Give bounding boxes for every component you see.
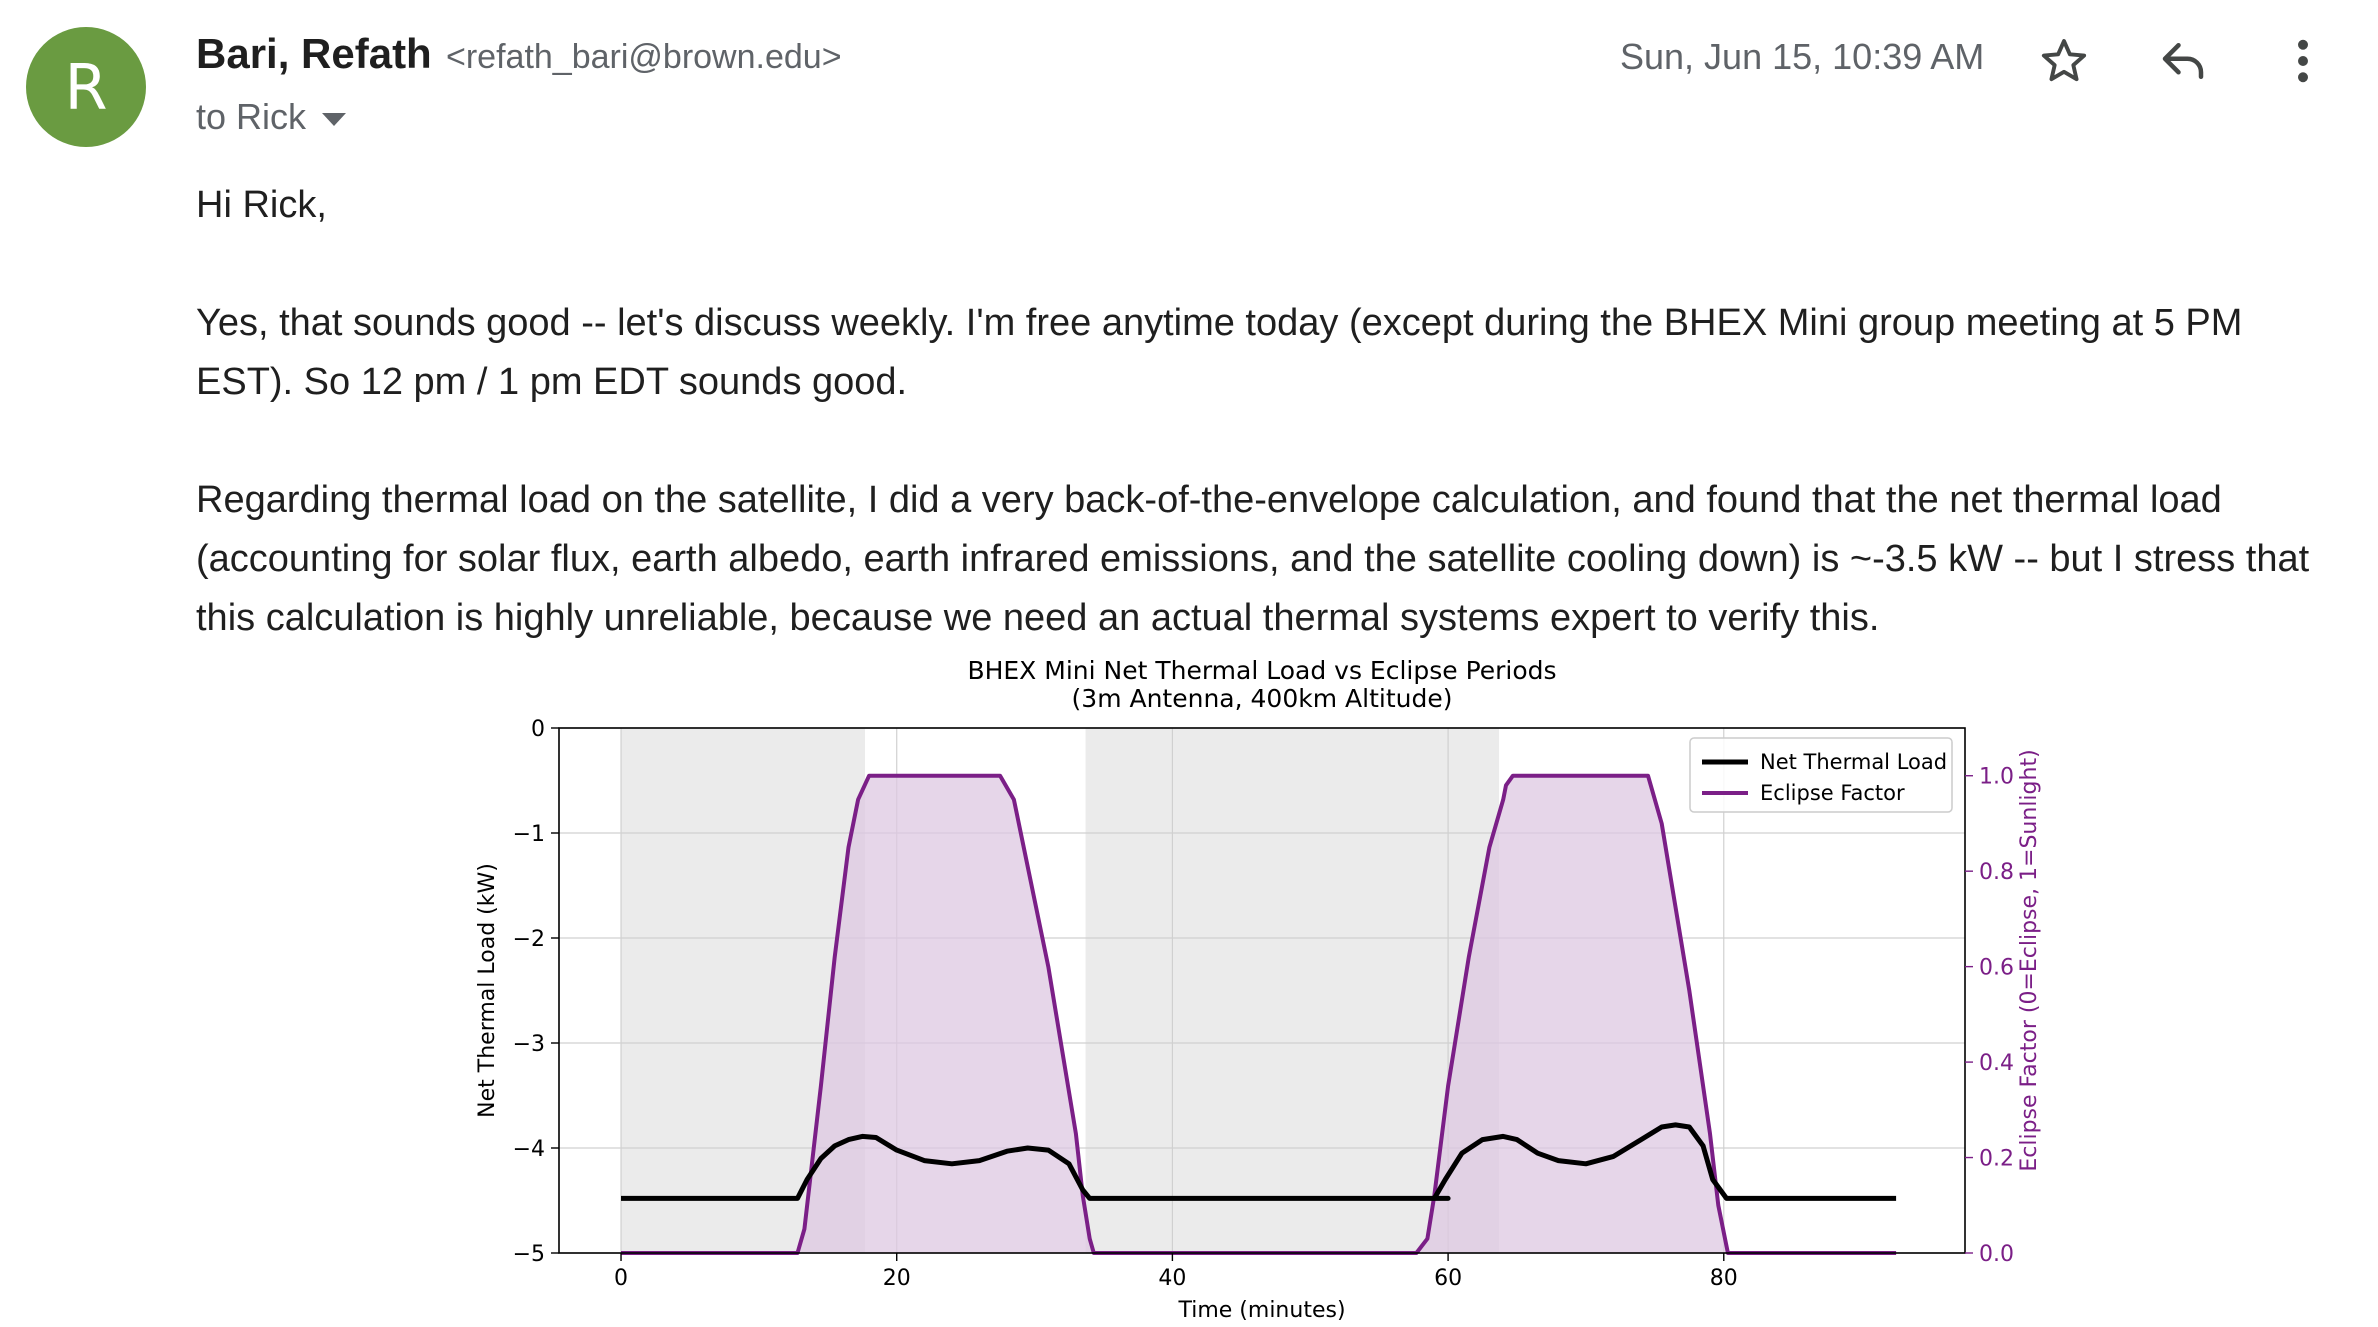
y-tick-label: −2 <box>513 927 545 952</box>
y-tick-label: −1 <box>513 822 545 847</box>
recipient-details-toggle[interactable]: to Rick <box>196 96 347 138</box>
message-body: Hi Rick, Yes, that sounds good -- let's … <box>196 176 2336 648</box>
x-tick-label: 60 <box>1434 1266 1462 1291</box>
reply-icon <box>2162 43 2204 79</box>
message-date: Sun, Jun 15, 10:39 AM <box>1620 36 1985 77</box>
chart-title: BHEX Mini Net Thermal Load vs Eclipse Pe… <box>967 656 1556 685</box>
legend-label-eclipse-factor: Eclipse Factor <box>1760 781 1905 805</box>
x-tick-label: 0 <box>614 1266 628 1291</box>
chart-subtitle: (3m Antenna, 400km Altitude) <box>1072 684 1453 713</box>
y2-axis-label: Eclipse Factor (0=Eclipse, 1=Sunlight) <box>2017 749 2042 1171</box>
recipient-label: to Rick <box>196 96 307 137</box>
x-tick-label: 40 <box>1158 1266 1186 1291</box>
greeting: Hi Rick, <box>196 184 327 226</box>
x-tick-label: 80 <box>1710 1266 1738 1291</box>
y2-tick-label: 1.0 <box>1979 765 2014 790</box>
star-icon <box>2041 39 2087 82</box>
y2-tick-label: 0.4 <box>1979 1051 2014 1076</box>
y-tick-label: −3 <box>513 1032 545 1057</box>
body-paragraph-2: Regarding thermal load on the satellite,… <box>196 479 2310 639</box>
y2-tick-label: 0.0 <box>1979 1242 2014 1267</box>
y-axis-label: Net Thermal Load (kW) <box>475 863 500 1118</box>
sender-email: <refath_bari@brown.edu> <box>446 38 842 76</box>
legend-label-net-thermal-load: Net Thermal Load <box>1760 750 1947 774</box>
y-tick-label: −4 <box>513 1137 545 1162</box>
thermal-load-chart-image: 0 20 40 60 80 0 −1 −2 −3 −4 −5 0.0 0.2 0.4 0.6 0.8 1.0 BH… <box>470 655 2070 1327</box>
sender-name[interactable]: Bari, Refath <box>196 30 432 78</box>
y-tick-label: 0 <box>531 717 545 742</box>
x-axis-label: Time (minutes) <box>1177 1298 1345 1322</box>
thermal-load-chart: 0 20 40 60 80 0 −1 −2 −3 −4 −5 0.0 0.2 0.4 0.6 0.8 1.0 BH… <box>475 656 2042 1323</box>
reply-button[interactable] <box>2148 26 2218 96</box>
y2-tick-label: 0.2 <box>1979 1147 2014 1172</box>
sender-avatar[interactable]: R <box>26 27 146 147</box>
caret-down-icon <box>322 112 347 126</box>
y-tick-label: −5 <box>513 1242 545 1267</box>
x-tick-label: 20 <box>883 1266 911 1291</box>
y2-tick-label: 0.6 <box>1979 956 2014 981</box>
star-button[interactable] <box>2029 26 2099 96</box>
y2-tick-label: 0.8 <box>1979 860 2014 885</box>
body-paragraph-1: Yes, that sounds good -- let's discuss w… <box>196 302 2243 403</box>
more-vert-icon <box>2298 39 2308 83</box>
more-options-button[interactable] <box>2268 26 2338 96</box>
